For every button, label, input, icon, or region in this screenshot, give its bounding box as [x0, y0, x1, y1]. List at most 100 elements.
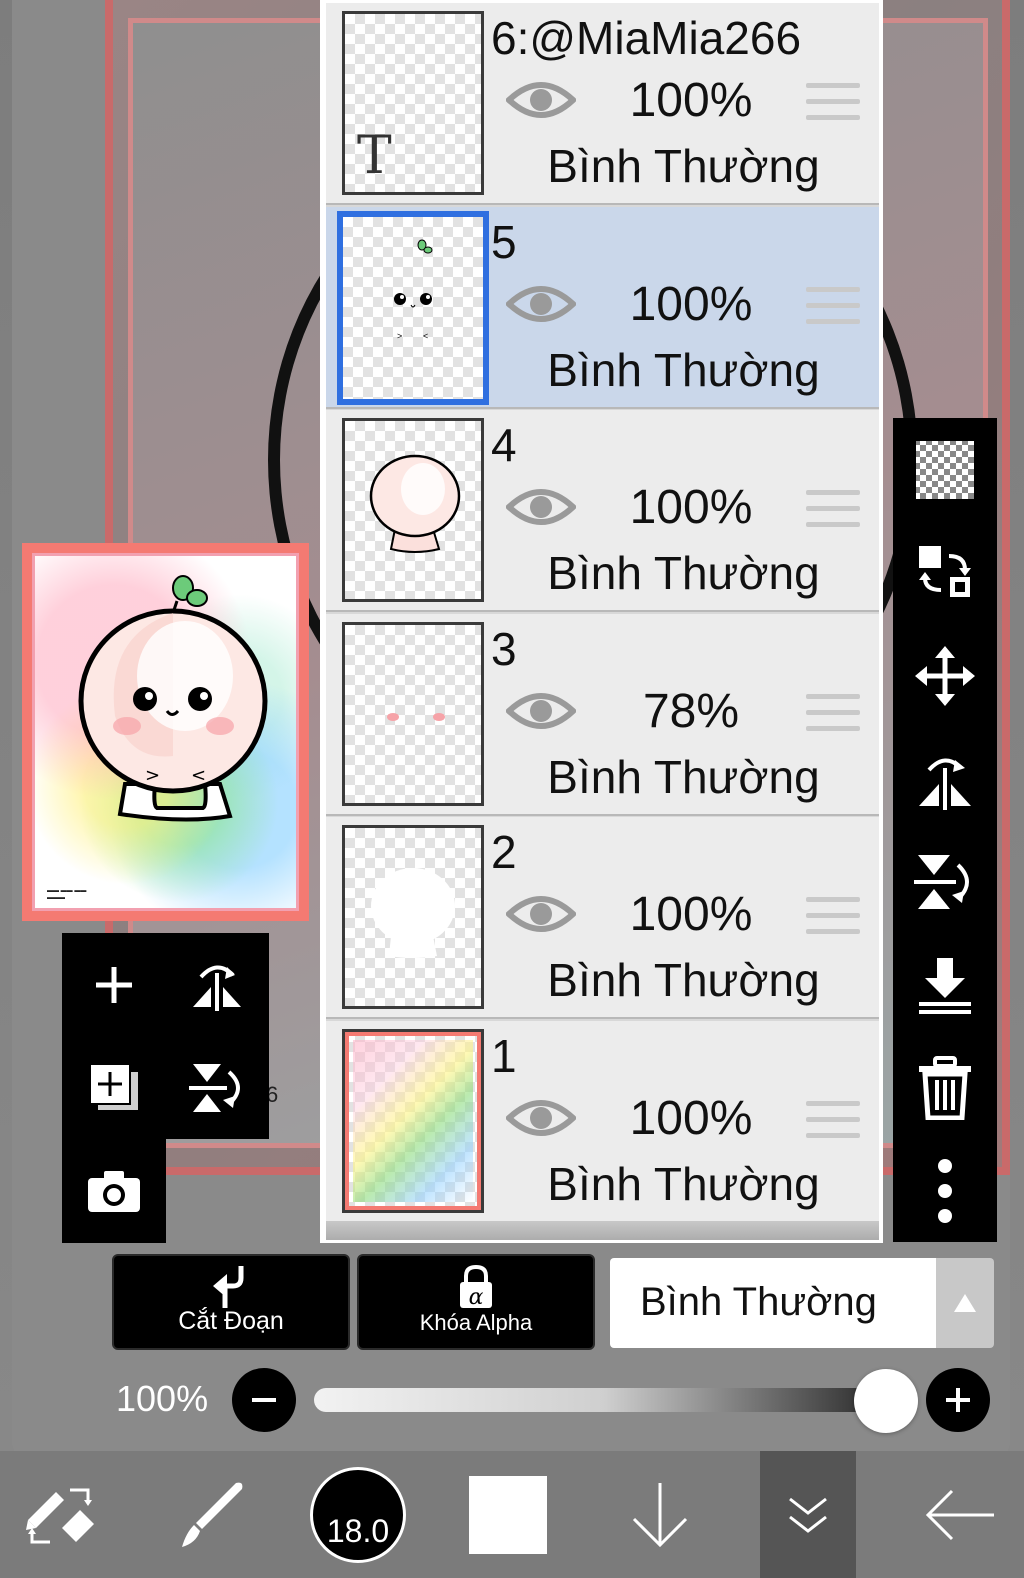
bottom-toolbar: 18.0 [0, 1451, 1024, 1578]
alpha-lock-icon: α [359, 1264, 593, 1312]
flip-vertical-icon[interactable] [165, 1036, 269, 1140]
layer-list[interactable]: 1 100% Bình Thường 2 100% Bình Thường 3 78% Bình… [326, 3, 879, 1240]
clipping-button[interactable]: Cắt Đoạn [112, 1254, 350, 1350]
flip-horizontal-icon[interactable] [893, 727, 997, 830]
drag-handle-icon[interactable] [806, 83, 860, 123]
layer-row[interactable]: 1 100% Bình Thường [326, 1021, 879, 1223]
transparency-checker-icon[interactable] [893, 418, 997, 521]
flip-vertical-icon[interactable] [893, 830, 997, 933]
layer-row[interactable]: 2 100% Bình Thường [326, 817, 879, 1020]
layer-thumbnail[interactable]: T [342, 11, 484, 195]
body-thumbnail [369, 454, 461, 554]
chevron-double-down-icon[interactable] [760, 1451, 856, 1578]
arrow-down-icon[interactable] [610, 1451, 710, 1578]
layer-row[interactable]: T 6:@MiaMia266 100% Bình Thường [326, 3, 879, 205]
layer-opacity-label: 100% [116, 1378, 209, 1419]
layer-name: 6:@MiaMia266 [491, 12, 802, 64]
trash-icon[interactable] [893, 1036, 997, 1139]
blush-thumbnail [387, 712, 445, 721]
opacity-slider[interactable] [314, 1388, 894, 1412]
eye-icon[interactable] [506, 686, 576, 736]
rainbow-thumbnail [353, 1040, 473, 1202]
brush-icon[interactable] [160, 1451, 260, 1578]
color-swatch [469, 1475, 547, 1554]
layer-panel: 1 100% Bình Thường 2 100% Bình Thường 3 78% Bình… [320, 0, 883, 1243]
opacity-decrease-button[interactable] [232, 1368, 296, 1432]
layer-name: 3 [491, 622, 517, 675]
eye-icon[interactable] [506, 75, 576, 125]
add-copy-layer-icon[interactable] [62, 1036, 166, 1140]
swap-layers-icon[interactable] [893, 521, 997, 624]
layer-opacity: 100% [629, 888, 753, 942]
layer-tools-left [62, 933, 269, 1139]
svg-text:<: < [423, 331, 428, 341]
camera-icon[interactable] [62, 1139, 166, 1243]
layer-name: 1 [491, 1030, 517, 1082]
layer-blend-mode: Bình Thường [547, 954, 820, 1007]
preview-signature: ▬▬ ▬▬ ▬▬ ▬▬▬ [47, 888, 87, 901]
minus-icon [252, 1398, 276, 1402]
layer-row[interactable]: > <5 100% Bình Thường [326, 206, 879, 409]
white-fill-thumbnail [371, 868, 455, 959]
svg-text:>: > [145, 765, 160, 786]
eye-icon[interactable] [506, 279, 576, 329]
face-thumbnail: > < [394, 239, 433, 341]
layer-opacity: 100% [629, 1092, 753, 1145]
blend-mode-select[interactable]: Bình Thường [610, 1258, 936, 1348]
layer-thumbnail[interactable] [342, 825, 484, 1010]
svg-text:α: α [469, 1285, 484, 1310]
layer-blend-mode: Bình Thường [547, 1158, 820, 1210]
brush-size-indicator: 18.0 [310, 1466, 406, 1563]
layer-name: 4 [491, 419, 517, 472]
plus-icon [946, 1388, 970, 1412]
triangle-up-icon [954, 1294, 976, 1312]
layer-row[interactable]: 3 78% Bình Thường [326, 613, 879, 816]
clipping-arrow-icon [114, 1264, 348, 1312]
layer-opacity: 78% [642, 684, 740, 738]
character-illustration: > < [78, 575, 268, 822]
drag-handle-icon[interactable] [806, 286, 860, 327]
alpha-lock-label: Khóa Alpha [419, 1310, 533, 1335]
back-arrow-icon[interactable] [910, 1451, 1010, 1578]
drag-handle-icon[interactable] [806, 693, 860, 734]
layer-thumbnail[interactable] [342, 418, 484, 603]
layer-list-end [326, 1221, 879, 1240]
layer-blend-mode: Bình Thường [547, 547, 820, 600]
brush-size-button[interactable]: 18.0 [300, 1451, 416, 1578]
add-layer-icon[interactable] [62, 933, 166, 1037]
layer-opacity: 100% [629, 481, 753, 535]
move-icon[interactable] [893, 624, 997, 727]
opacity-slider-knob[interactable] [854, 1369, 918, 1433]
layer-name: 5 [491, 215, 517, 268]
layer-blend-mode: Bình Thường [547, 343, 820, 396]
flip-horizontal-icon[interactable] [165, 933, 269, 1037]
layer-opacity: 100% [629, 74, 753, 127]
layer-opacity: 100% [629, 277, 753, 331]
eye-icon[interactable] [506, 1093, 576, 1143]
opacity-increase-button[interactable] [926, 1368, 990, 1432]
layer-blend-mode: Bình Thường [547, 140, 820, 192]
layer-blend-mode: Bình Thường [547, 750, 820, 803]
more-vertical-icon[interactable] [893, 1139, 997, 1242]
alpha-lock-button[interactable]: α Khóa Alpha [357, 1254, 595, 1350]
layer-thumbnail[interactable] [342, 1029, 484, 1213]
eye-icon[interactable] [506, 889, 576, 939]
layer-row[interactable]: 4 100% Bình Thường [326, 410, 879, 613]
drag-handle-icon[interactable] [806, 897, 860, 937]
tool-switch-icon[interactable] [0, 1451, 120, 1578]
drag-handle-icon[interactable] [806, 1101, 860, 1141]
blend-mode-dropdown-button[interactable] [936, 1258, 994, 1348]
eye-icon[interactable] [506, 482, 576, 532]
layer-name: 2 [491, 826, 517, 879]
merge-down-icon[interactable] [893, 933, 997, 1036]
layer-thumbnail[interactable]: > < [337, 210, 489, 405]
clipping-label: Cắt Đoạn [178, 1307, 284, 1335]
svg-text:>: > [397, 331, 402, 341]
color-button[interactable] [460, 1451, 556, 1578]
canvas-preview[interactable]: > < ▬▬ ▬▬ ▬▬ ▬▬▬ [22, 543, 309, 921]
svg-text:<: < [191, 765, 206, 786]
layer-thumbnail[interactable] [342, 621, 484, 806]
text-layer-glyph: T [357, 126, 392, 186]
drag-handle-icon[interactable] [806, 490, 860, 530]
layer-tools-left-camera [62, 1139, 166, 1243]
